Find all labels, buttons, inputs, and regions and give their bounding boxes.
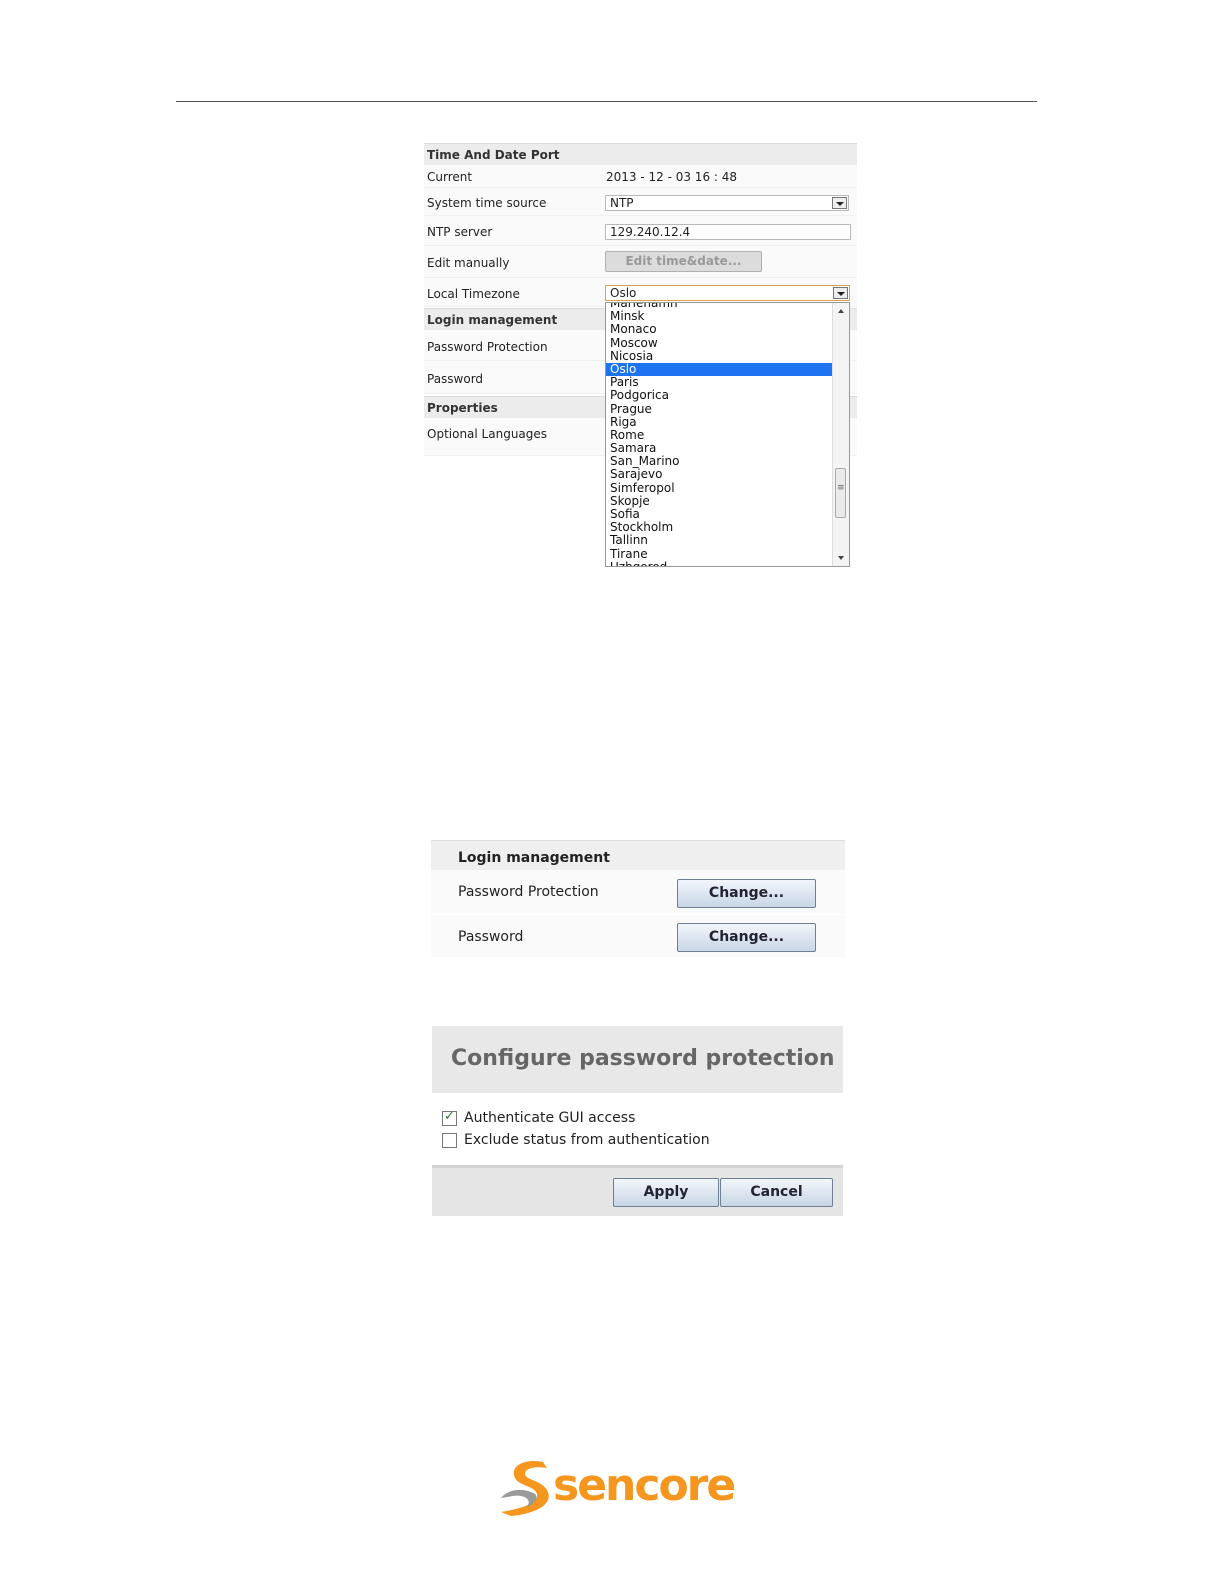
password-protection-change-button[interactable]: Change...	[677, 879, 816, 908]
password-label: Password	[427, 372, 484, 386]
section-time-date: Time And Date Port	[424, 143, 857, 165]
password-protection-label: Password Protection	[427, 340, 548, 354]
row-password: Password Change...	[431, 915, 845, 957]
sencore-wordmark: sencore	[553, 1460, 736, 1511]
timezone-dropdown-list[interactable]: Mariehamn Minsk Monaco Moscow Nicosia Oslo Par…	[605, 302, 850, 567]
exclude-status-label: Exclude status from authentication	[464, 1132, 710, 1148]
scroll-down-icon[interactable]	[838, 556, 844, 560]
section-title: Login management	[427, 313, 558, 327]
chevron-down-icon[interactable]	[833, 287, 848, 299]
time-source-select[interactable]: NTP	[605, 195, 849, 211]
login-management-panel: Login management Password Protection Cha…	[431, 840, 845, 957]
timezone-option[interactable]: Oslo	[606, 362, 832, 377]
ntp-server-input[interactable]: 129.240.12.4	[605, 224, 851, 240]
password-change-button[interactable]: Change...	[677, 923, 816, 952]
timezone-select[interactable]: Oslo	[605, 285, 850, 301]
section-title: Properties	[427, 401, 498, 415]
sencore-mark-icon	[501, 1460, 549, 1516]
dialog-title-bar: Configure password protection	[432, 1026, 843, 1093]
authenticate-gui-checkbox[interactable]	[442, 1109, 457, 1126]
row-current: Current 2013 - 12 - 03 16 : 48	[424, 165, 857, 188]
ntp-server-value: 129.240.12.4	[610, 225, 691, 239]
timezone-option[interactable]: Sarajevo	[606, 468, 832, 481]
section-title: Login management	[458, 850, 610, 866]
timezone-option[interactable]: Monaco	[606, 323, 832, 336]
row-edit-manually: Edit manually Edit time&date...	[424, 246, 857, 278]
current-value: 2013 - 12 - 03 16 : 48	[606, 170, 738, 184]
row-password-protection: Password Protection Change...	[431, 870, 845, 914]
sencore-logo: sencore	[495, 1458, 736, 1520]
header-rule	[176, 101, 1037, 102]
optional-languages-label: Optional Languages	[427, 427, 548, 441]
row-time-source: System time source NTP	[424, 188, 857, 216]
timezone-value: Oslo	[610, 286, 637, 300]
timezone-option[interactable]: Prague	[606, 402, 832, 416]
cancel-button[interactable]: Cancel	[720, 1178, 833, 1207]
scrollbar[interactable]	[832, 303, 849, 566]
current-label: Current	[427, 170, 473, 184]
timezone-option[interactable]: Tirane	[606, 547, 832, 561]
timezone-option[interactable]: Tallinn	[606, 534, 832, 547]
scroll-up-icon[interactable]	[838, 309, 844, 313]
timezone-option[interactable]: Nicosia	[606, 349, 832, 363]
edit-time-date-button[interactable]: Edit time&date...	[605, 251, 762, 272]
login-management-header: Login management	[431, 840, 845, 870]
timezone-option[interactable]: Riga	[606, 415, 832, 429]
password-protection-label: Password Protection	[458, 884, 599, 900]
timezone-option[interactable]: Moscow	[606, 336, 832, 350]
time-source-value: NTP	[610, 196, 634, 210]
password-label: Password	[458, 929, 524, 945]
timezone-option[interactable]: Skopje	[606, 494, 832, 508]
dialog-title: Configure password protection	[451, 1046, 835, 1071]
timezone-option[interactable]: Uzhgorod	[606, 560, 832, 566]
timezone-option[interactable]: Simferopol	[606, 481, 832, 495]
password-protection-dialog: Configure password protection Authentica…	[432, 1026, 843, 1216]
edit-manually-label: Edit manually	[427, 256, 510, 270]
timezone-option[interactable]: Podgorica	[606, 389, 832, 402]
authenticate-gui-label: Authenticate GUI access	[464, 1110, 636, 1126]
local-timezone-label: Local Timezone	[427, 287, 520, 301]
time-source-label: System time source	[427, 196, 547, 210]
section-title: Time And Date Port	[427, 148, 560, 162]
scrollbar-thumb[interactable]	[835, 468, 846, 518]
apply-button[interactable]: Apply	[613, 1178, 719, 1207]
timezone-options: Mariehamn Minsk Monaco Moscow Nicosia Oslo Par…	[606, 303, 832, 566]
chevron-down-icon[interactable]	[832, 197, 847, 209]
dialog-footer: Apply Cancel	[432, 1165, 843, 1216]
ntp-server-label: NTP server	[427, 225, 493, 239]
row-ntp-server: NTP server 129.240.12.4	[424, 216, 857, 246]
exclude-status-checkbox[interactable]	[442, 1133, 457, 1148]
